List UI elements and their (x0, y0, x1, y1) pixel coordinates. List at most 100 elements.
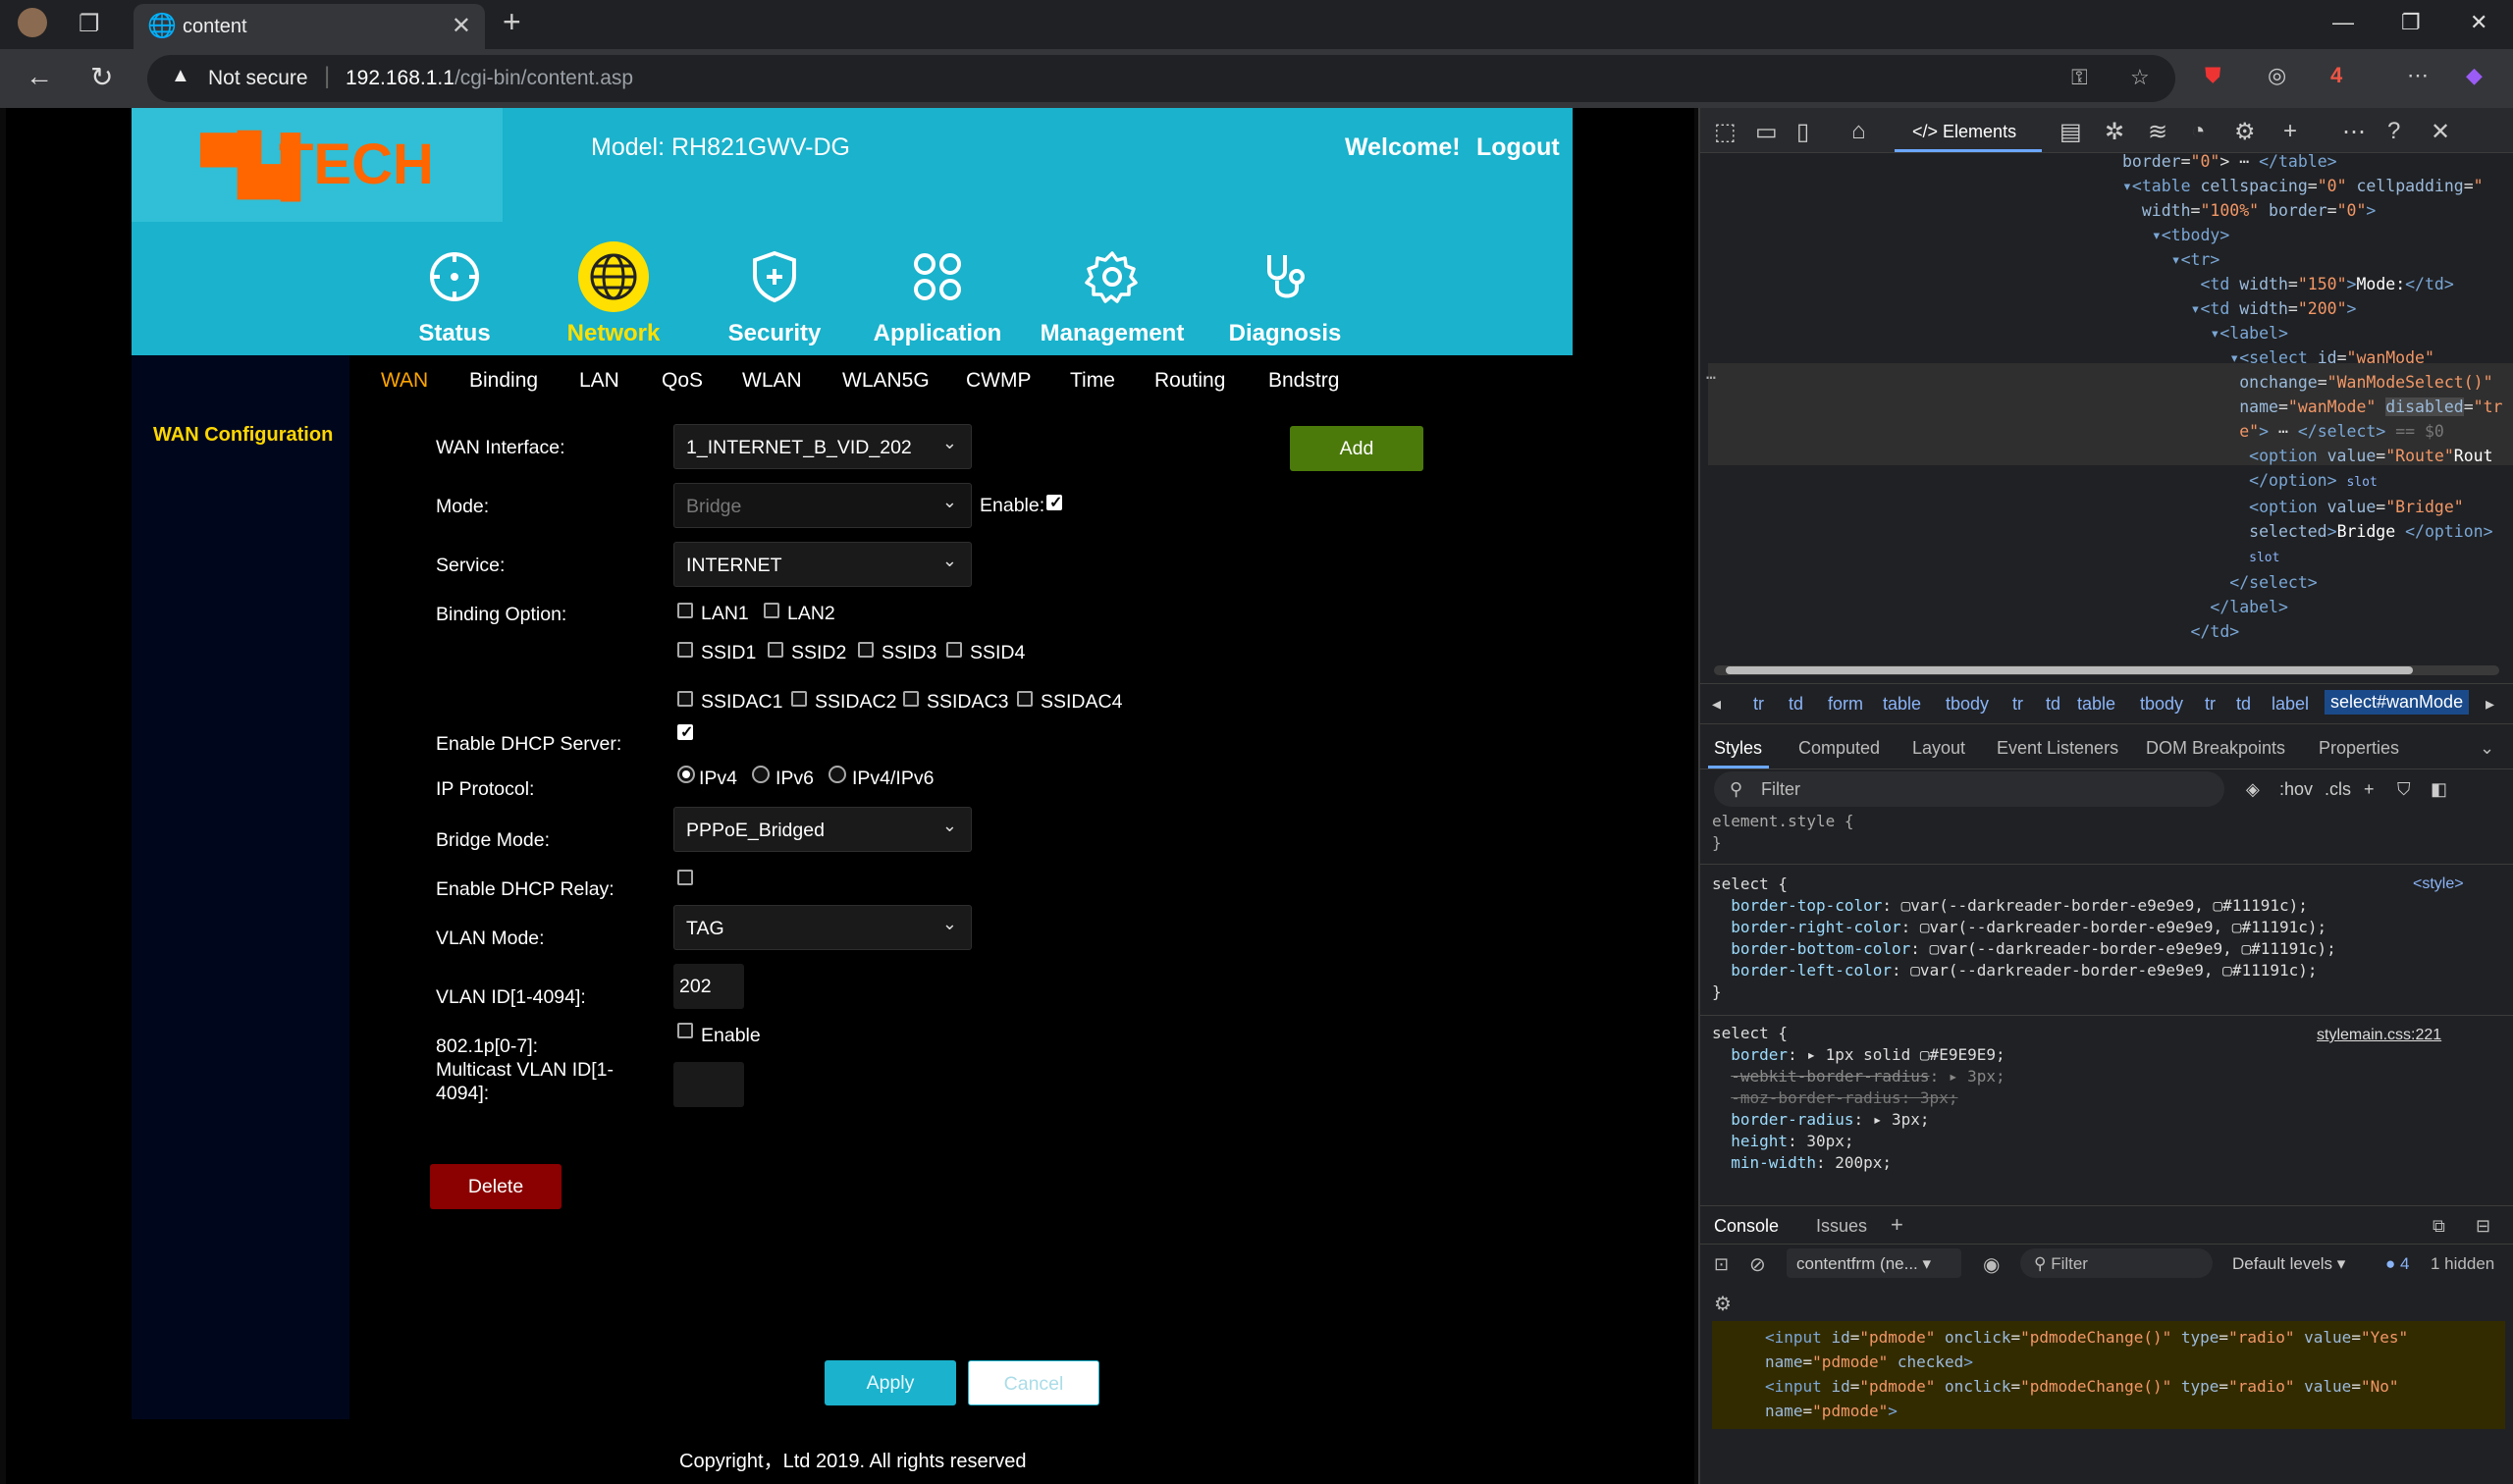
gear-icon[interactable]: ⚙ (1714, 1292, 1732, 1316)
crumb-left-arrow[interactable]: ◂ (1712, 694, 1721, 715)
tab-event-listeners[interactable]: Event Listeners (1997, 738, 2118, 759)
ssidac1-checkbox[interactable] (677, 691, 693, 707)
wan-interface-select[interactable]: 1_INTERNET_B_VID_202 ⌄ (673, 424, 972, 469)
close-drawer-icon[interactable]: ⊟ (2476, 1216, 2490, 1237)
select-rule-1[interactable]: select { border-top-color: ▢var(--darkre… (1712, 874, 2336, 1003)
multicast-vlan-input[interactable] (673, 1062, 744, 1107)
browser-tab[interactable]: 🌐 content ✕ (134, 4, 485, 49)
subnav-binding[interactable]: Binding (469, 369, 538, 393)
wifi-icon[interactable]: ≋ (2148, 118, 2167, 146)
crumb-table[interactable]: table (1883, 694, 1921, 715)
favorite-star-icon[interactable]: ☆ (2130, 65, 2150, 90)
console-output[interactable]: <input id="pdmode" onclick="pdmodeChange… (1765, 1325, 2408, 1423)
ipv6-radio[interactable] (752, 766, 770, 783)
tab-console[interactable]: Console (1714, 1216, 1779, 1237)
omnibox[interactable]: ▲ Not secure | 192.168.1.1/cgi-bin/conte… (147, 55, 2175, 102)
subnav-time[interactable]: Time (1070, 369, 1115, 393)
tab-actions-icon[interactable]: ❐ (79, 10, 100, 38)
dock-drawer-icon[interactable]: ⧉ (2433, 1216, 2445, 1237)
sidebar-icon[interactable]: ⊡ (1714, 1254, 1729, 1275)
more-menu-icon[interactable]: ⋯ (2407, 63, 2429, 88)
ssid3-checkbox[interactable] (858, 642, 874, 658)
crumb-td[interactable]: td (2046, 694, 2060, 715)
dom-tree[interactable]: border="0"> ⋯ </table> ▾<table cellspaci… (2122, 149, 2502, 644)
ipv4-ipv6-radio[interactable] (829, 766, 846, 783)
clear-console-icon[interactable]: ⊘ (1749, 1252, 1766, 1277)
copilot-icon[interactable]: ◆ (2466, 63, 2483, 88)
sidebar-toggle-icon[interactable]: ◧ (2431, 779, 2447, 800)
ssid2-checkbox[interactable] (768, 642, 783, 658)
inspect-icon[interactable]: ⬚ (1714, 118, 1737, 146)
service-select[interactable]: INTERNET ⌄ (673, 542, 972, 587)
crumb-tr[interactable]: tr (2205, 694, 2216, 715)
subnav-bndstrg[interactable]: Bndstrg (1268, 369, 1339, 393)
maximize-button[interactable]: ❐ (2401, 10, 2421, 35)
layers-icon[interactable]: ◈ (2246, 779, 2260, 800)
ssid4-checkbox[interactable] (946, 642, 962, 658)
key-icon[interactable]: ⚿ (2071, 65, 2088, 90)
enable-checkbox[interactable] (1046, 493, 1062, 512)
add-tab-icon[interactable]: + (2283, 118, 2297, 145)
nav-network[interactable]: Network (520, 241, 707, 347)
paint-icon[interactable]: ⛉ (2397, 779, 2411, 800)
ssidac3-checkbox[interactable] (903, 691, 919, 707)
tab-layout[interactable]: Layout (1912, 738, 1965, 759)
glasses-icon[interactable]: ◎ (2268, 63, 2286, 88)
mode-select[interactable]: Bridge ⌄ (673, 483, 972, 528)
crumb-tr[interactable]: tr (2012, 694, 2023, 715)
crumb-form[interactable]: form (1828, 694, 1863, 715)
cls-toggle[interactable]: .cls (2325, 779, 2351, 800)
tab-computed[interactable]: Computed (1798, 738, 1880, 759)
message-count-badge[interactable]: ● 4 (2385, 1254, 2409, 1274)
node-options-icon[interactable]: ⋯ (1706, 365, 1716, 390)
subnav-routing[interactable]: Routing (1154, 369, 1225, 393)
crumb-tbody[interactable]: tbody (1946, 694, 1989, 715)
context-select[interactable]: contentfrm (ne... ▾ (1787, 1248, 1961, 1278)
new-tab-button[interactable]: + (503, 4, 521, 40)
dhcp-server-checkbox[interactable] (677, 722, 693, 742)
nav-application[interactable]: Application (844, 241, 1031, 347)
subnav-wlan[interactable]: WLAN (742, 369, 802, 393)
crumb-table[interactable]: table (2077, 694, 2115, 715)
tab-dom-breakpoints[interactable]: DOM Breakpoints (2146, 738, 2285, 759)
extension-badge[interactable]: 4 (2330, 63, 2342, 88)
stylemain-css-link[interactable]: stylemain.css:221 (2317, 1027, 2441, 1044)
ssidac2-checkbox[interactable] (791, 691, 807, 707)
tab-issues[interactable]: Issues (1816, 1216, 1867, 1237)
element-style-rule[interactable]: element.style { } (1712, 811, 1854, 854)
subnav-cwmp[interactable]: CWMP (966, 369, 1032, 393)
chevron-down-icon[interactable]: ⌄ (2480, 738, 2494, 759)
bug-icon[interactable]: ✲ (2105, 118, 2124, 146)
vlan-mode-select[interactable]: TAG ⌄ (673, 905, 972, 950)
ssidac4-checkbox[interactable] (1017, 691, 1033, 707)
subnav-wlan5g[interactable]: WLAN5G (842, 369, 930, 393)
minimize-button[interactable]: — (2332, 10, 2354, 35)
back-button[interactable]: ← (26, 61, 53, 92)
nav-diagnosis[interactable]: Diagnosis (1192, 241, 1378, 347)
eye-icon[interactable]: ◉ (1983, 1252, 2000, 1277)
console-filter-input[interactable]: ⚲ Filter (2020, 1248, 2213, 1278)
gear-icon[interactable]: ⚙ (2234, 118, 2256, 146)
subnav-qos[interactable]: QoS (662, 369, 703, 393)
lan1-checkbox[interactable] (677, 603, 693, 618)
nav-management[interactable]: Management (1019, 241, 1205, 347)
help-icon[interactable]: ? (2387, 118, 2400, 145)
logout-link[interactable]: Logout (1476, 133, 1560, 162)
performance-icon[interactable]: ◔ (2191, 118, 2206, 145)
dhcp-relay-checkbox[interactable] (677, 870, 693, 885)
horizontal-scrollbar[interactable] (1714, 665, 2499, 675)
delete-button[interactable]: Delete (430, 1164, 561, 1209)
more-icon[interactable]: ⋯ (2342, 118, 2366, 146)
apply-button[interactable]: Apply (825, 1360, 956, 1405)
url-text[interactable]: 192.168.1.1/cgi-bin/content.asp (346, 67, 633, 90)
tab-elements[interactable]: </> Elements (1912, 122, 2016, 142)
sidebar-item-wan-configuration[interactable]: WAN Configuration (153, 424, 333, 447)
select-rule-2[interactable]: select { border: ▸ 1px solid ▢#E9E9E9; -… (1712, 1023, 2005, 1174)
styles-filter-input[interactable]: ⚲ Filter (1714, 771, 2224, 807)
device-toolbar-icon[interactable]: ▭ (1755, 118, 1778, 146)
cancel-button[interactable]: Cancel (968, 1360, 1099, 1405)
crumb-label[interactable]: label (2272, 694, 2309, 715)
ipv4-radio[interactable] (677, 766, 695, 783)
profile-avatar[interactable] (18, 8, 47, 37)
crumb-td[interactable]: td (1789, 694, 1803, 715)
